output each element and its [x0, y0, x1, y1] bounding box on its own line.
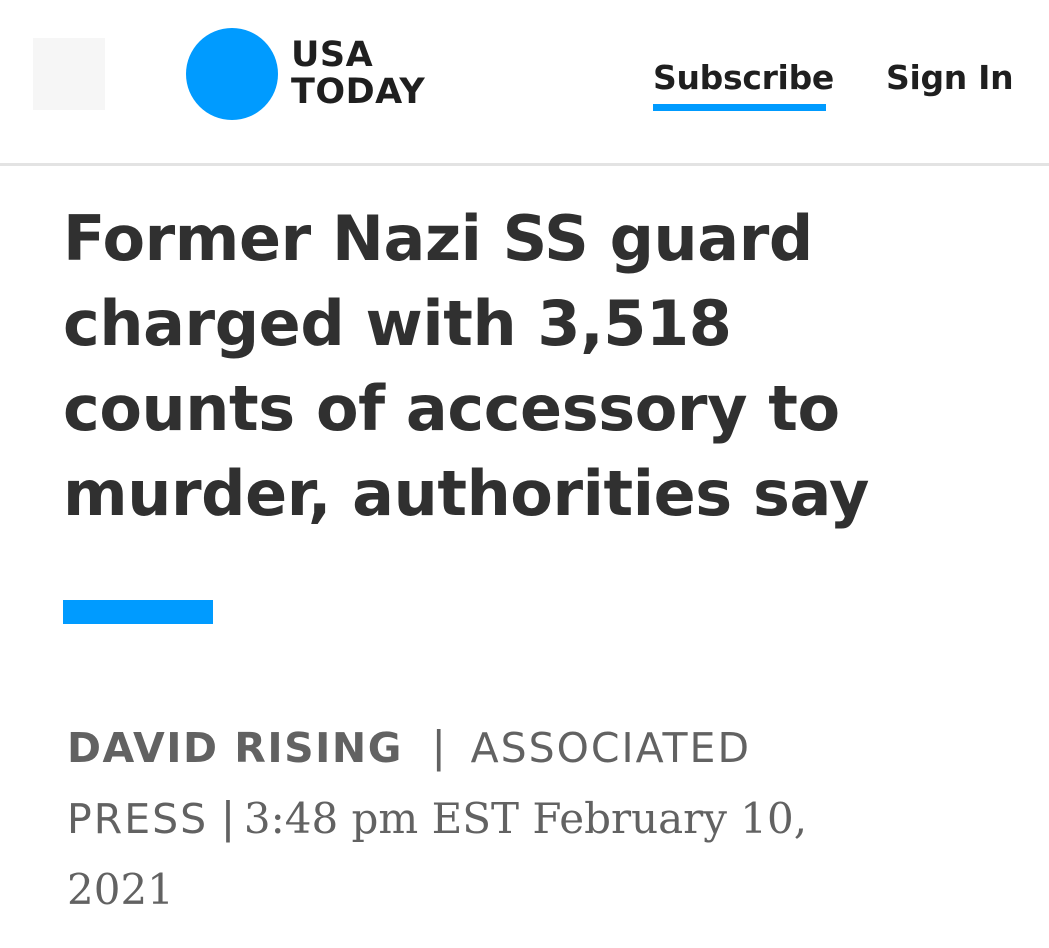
byline-line: PRESS | 3:48 pm EST February 10, [67, 783, 967, 854]
menu-icon[interactable] [33, 38, 105, 110]
logo-line-usa: USA [291, 35, 374, 75]
headline-line: charged with 3,518 [63, 287, 732, 360]
byline-timestamp: 3:48 pm EST February 10, [243, 794, 808, 843]
byline-line: DAVID RISING | ASSOCIATED [67, 712, 967, 783]
headline-line: murder, authorities say [63, 457, 870, 530]
logo-wordmark: USA TODAY [291, 37, 425, 111]
subscribe-underline [653, 104, 826, 111]
byline-source-continued: PRESS [67, 795, 209, 843]
article-headline: Former Nazi SS guard charged with 3,518 … [63, 196, 963, 536]
subscribe-link[interactable]: Subscribe [653, 56, 834, 100]
byline-author[interactable]: DAVID RISING [67, 724, 403, 772]
logo-dot-icon [186, 28, 278, 120]
byline-separator: | [222, 792, 234, 843]
headline-accent-bar [63, 600, 213, 624]
byline-separator: | [432, 721, 445, 772]
byline-line: 2021 [67, 854, 967, 925]
usa-today-logo[interactable]: USA TODAY [186, 28, 425, 120]
site-header: USA TODAY Subscribe Sign In [0, 0, 1049, 166]
headline-line: counts of accessory to [63, 372, 840, 445]
byline-timestamp-year: 2021 [67, 865, 174, 914]
headline-line: Former Nazi SS guard [63, 202, 813, 275]
byline-source: ASSOCIATED [470, 724, 752, 772]
logo-line-today: TODAY [291, 72, 426, 112]
sign-in-link[interactable]: Sign In [886, 56, 1014, 100]
article-byline: DAVID RISING | ASSOCIATED PRESS | 3:48 pm ES… [67, 712, 967, 925]
